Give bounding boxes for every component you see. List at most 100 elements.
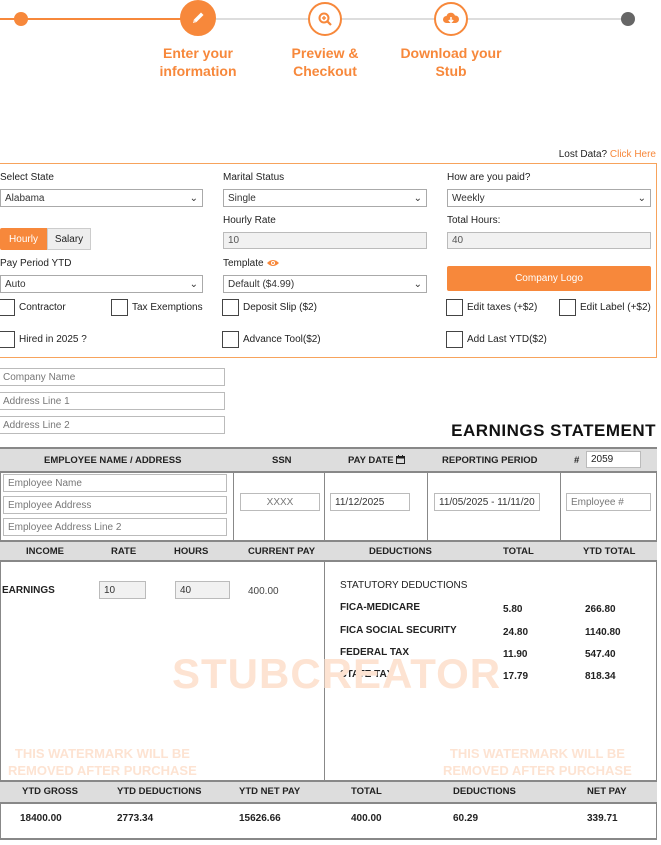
advance-tool-checkbox[interactable] — [222, 331, 239, 348]
chevron-down-icon: ⌄ — [189, 192, 198, 204]
deduction-total: 5.80 — [503, 604, 523, 615]
download-icon — [443, 12, 460, 24]
calendar-icon — [396, 455, 406, 464]
employee-name-input[interactable]: Employee Name — [3, 474, 227, 492]
ytd-gross-header: YTD GROSS — [22, 786, 78, 797]
progress-line-remaining — [200, 18, 630, 20]
stub-number-input[interactable]: 2059 — [586, 451, 641, 468]
income-header: INCOME — [26, 546, 64, 557]
summary-header-row — [0, 780, 657, 804]
template-label: Template — [223, 258, 280, 269]
company-name-input[interactable]: Company Name — [0, 368, 225, 386]
earnings-hours-input[interactable]: 40 — [175, 581, 230, 599]
step-preview-checkout[interactable] — [308, 2, 342, 36]
employee-address2-input[interactable]: Employee Address Line 2 — [3, 518, 227, 536]
ytd-deductions-header: YTD DEDUCTIONS — [117, 786, 202, 797]
template-select[interactable]: Default ($4.99) ⌄ — [223, 275, 427, 293]
ytd-total-header: YTD TOTAL — [583, 546, 636, 557]
pay-frequency-label: How are you paid? — [447, 172, 531, 183]
chevron-down-icon: ⌄ — [413, 278, 422, 290]
rate-header: RATE — [111, 546, 137, 557]
summary-deductions-header: DEDUCTIONS — [453, 786, 516, 797]
contractor-label: Contractor — [19, 302, 66, 313]
state-label: Select State — [0, 172, 54, 183]
company-logo-button[interactable]: Company Logo — [447, 266, 651, 291]
step-label-download: Download your Stub — [400, 45, 502, 79]
pencil-icon — [193, 12, 204, 23]
template-label-text: Template — [223, 258, 264, 269]
ytd-deductions-value: 2773.34 — [117, 813, 154, 824]
tax-exemptions-label: Tax Exemptions — [132, 302, 203, 313]
progress-end-dot — [621, 12, 635, 26]
lost-data-notice: Lost Data? Click Here — [559, 149, 656, 160]
deduction-name: FICA SOCIAL SECURITY — [340, 625, 457, 636]
salary-toggle-button[interactable]: Salary — [47, 228, 91, 250]
pay-date-header: PAY DATE — [348, 455, 406, 466]
pay-period-ytd-value: Auto — [5, 278, 26, 290]
statement-bottom-border — [0, 838, 657, 840]
watermark-brand: STUBCREATOR — [172, 650, 502, 697]
hourly-toggle-button[interactable]: Hourly — [0, 228, 47, 250]
deduction-total: 24.80 — [503, 627, 529, 638]
hired-2025-label: Hired in 2025 ? — [19, 334, 87, 345]
add-last-ytd-checkbox[interactable] — [446, 331, 463, 348]
divider — [560, 473, 561, 540]
deduction-ytd: 1140.80 — [585, 627, 621, 638]
ssn-input[interactable]: XXXX — [240, 493, 320, 511]
pay-date-header-text: PAY DATE — [348, 455, 394, 466]
ytd-net-pay-header: YTD NET PAY — [239, 786, 301, 797]
summary-deductions-value: 60.29 — [453, 813, 479, 824]
advance-tool-label: Advance Tool($2) — [243, 334, 321, 345]
chevron-down-icon: ⌄ — [637, 192, 646, 204]
template-select-value: Default ($4.99) — [228, 278, 295, 290]
pay-date-input[interactable]: 11/12/2025 — [330, 493, 410, 511]
eye-icon[interactable] — [266, 258, 280, 268]
lost-data-link[interactable]: Click Here — [610, 149, 656, 160]
edit-label-checkbox[interactable] — [559, 299, 576, 316]
total-hours-input[interactable]: 40 — [447, 232, 651, 249]
deduction-name: FICA-MEDICARE — [340, 602, 420, 613]
reporting-period-header: REPORTING PERIOD — [442, 455, 538, 466]
chevron-down-icon: ⌄ — [413, 192, 422, 204]
lost-data-text: Lost Data? — [558, 149, 608, 160]
reporting-period-input[interactable]: 11/05/2025 - 11/11/20 — [434, 493, 540, 511]
pay-period-ytd-select[interactable]: Auto ⌄ — [0, 275, 203, 293]
ytd-net-pay-value: 15626.66 — [239, 813, 281, 824]
marital-status-label: Marital Status — [223, 172, 285, 183]
step-download-stub[interactable] — [434, 2, 468, 36]
net-pay-header: NET PAY — [587, 786, 627, 797]
tax-exemptions-checkbox[interactable] — [111, 299, 128, 316]
deduction-ytd: 547.40 — [585, 649, 616, 660]
hourly-rate-label: Hourly Rate — [223, 215, 276, 226]
total-hours-label: Total Hours: — [447, 215, 501, 226]
step-label-enter-info: Enter your information — [159, 45, 237, 79]
deductions-header: DEDUCTIONS — [369, 546, 432, 557]
divider — [324, 473, 325, 540]
edit-taxes-checkbox[interactable] — [446, 299, 463, 316]
pay-frequency-value: Weekly — [452, 192, 485, 204]
add-last-ytd-label: Add Last YTD($2) — [467, 334, 547, 345]
hourly-rate-input[interactable]: 10 — [223, 232, 427, 249]
contractor-checkbox[interactable] — [0, 299, 15, 316]
pay-frequency-select[interactable]: Weekly ⌄ — [447, 189, 651, 207]
deposit-slip-label: Deposit Slip ($2) — [243, 302, 317, 313]
step-enter-info[interactable] — [180, 0, 216, 36]
company-address1-input[interactable]: Address Line 1 — [0, 392, 225, 410]
edit-label-label: Edit Label (+$2) — [580, 302, 651, 313]
earnings-header-row — [0, 540, 657, 562]
hired-2025-checkbox[interactable] — [0, 331, 15, 348]
employee-address-input[interactable]: Employee Address — [3, 496, 227, 514]
summary-total-header: TOTAL — [351, 786, 382, 797]
summary-total-value: 400.00 — [351, 813, 382, 824]
earnings-current-pay: 400.00 — [248, 586, 279, 597]
deposit-slip-checkbox[interactable] — [222, 299, 239, 316]
employee-number-input[interactable]: Employee # — [566, 493, 651, 511]
marital-status-select[interactable]: Single ⌄ — [223, 189, 427, 207]
chevron-down-icon: ⌄ — [189, 278, 198, 290]
statutory-deductions-title: STATUTORY DEDUCTIONS — [340, 580, 468, 591]
earnings-rate-input[interactable]: 10 — [99, 581, 146, 599]
company-address2-input[interactable]: Address Line 2 — [0, 416, 225, 434]
watermark-note-right: THIS WATERMARK WILL BE REMOVED AFTER PUR… — [443, 746, 632, 778]
state-select[interactable]: Alabama ⌄ — [0, 189, 203, 207]
magnify-icon — [318, 12, 332, 26]
